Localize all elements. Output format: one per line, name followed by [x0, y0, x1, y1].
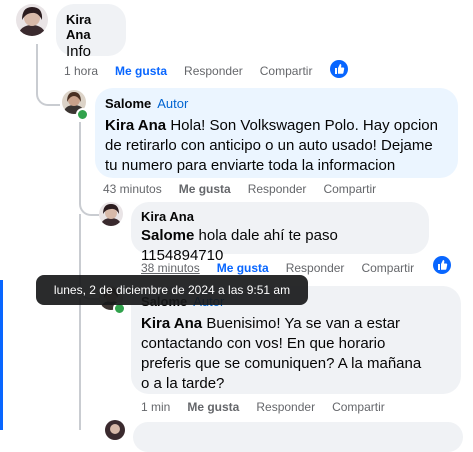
like-button[interactable]: Me gusta: [115, 64, 167, 78]
mention-link[interactable]: Kira Ana: [141, 315, 202, 332]
reply-button[interactable]: Responder: [256, 400, 315, 414]
like-reaction-icon[interactable]: [330, 60, 348, 78]
share-button[interactable]: Compartir: [332, 400, 385, 414]
comment-text: Kira Ana Buenisimo! Ya se van a estar co…: [141, 314, 431, 394]
comment-bubble: Salome Autor Kira Ana Hola! Son Volkswage…: [95, 88, 458, 178]
thread-line: [79, 298, 81, 430]
comment-actions: 43 minutos Me gusta Responder Compartir: [103, 182, 393, 196]
mention-link[interactable]: Salome: [141, 227, 194, 244]
like-button[interactable]: Me gusta: [179, 182, 231, 196]
comment-text: Info: [66, 43, 92, 60]
comment-author[interactable]: Salome: [105, 96, 151, 111]
avatar[interactable]: [99, 202, 123, 226]
reply-button[interactable]: Responder: [248, 182, 307, 196]
share-button[interactable]: Compartir: [323, 182, 376, 196]
like-reaction-icon[interactable]: [433, 256, 451, 274]
reply-button[interactable]: Responder: [286, 261, 345, 275]
avatar[interactable]: [105, 420, 125, 440]
comment-author[interactable]: Kira Ana: [66, 12, 116, 42]
mention-link[interactable]: Kira Ana: [105, 117, 166, 134]
comment-timestamp[interactable]: 1 hora: [64, 64, 98, 78]
comment-text: Salome hola dale ahí te paso 1154894710: [141, 226, 419, 266]
comment-actions: 1 min Me gusta Responder Compartir: [141, 400, 402, 414]
comment-actions: 38 minutos Me gusta Responder Compartir: [141, 261, 431, 275]
comment-author[interactable]: Kira Ana: [141, 209, 419, 224]
avatar[interactable]: [16, 4, 48, 36]
comment-actions: 1 hora Me gusta Responder Compartir: [64, 64, 329, 78]
thread-line: [36, 44, 60, 106]
comment-bubble: [133, 422, 463, 452]
author-badge: Autor: [157, 96, 189, 111]
reply-button[interactable]: Responder: [184, 64, 243, 78]
comment-timestamp[interactable]: 38 minutos: [141, 261, 200, 275]
comment-text: Kira Ana Hola! Son Volkswagen Polo. Hay …: [105, 116, 448, 176]
share-button[interactable]: Compartir: [260, 64, 313, 78]
share-button[interactable]: Compartir: [361, 261, 414, 275]
comment-bubble: Kira Ana Salome hola dale ahí te paso 11…: [131, 202, 429, 264]
comment-timestamp[interactable]: 1 min: [141, 400, 170, 414]
like-button[interactable]: Me gusta: [217, 261, 269, 275]
comment-timestamp[interactable]: 43 minutos: [103, 182, 162, 196]
comment-bubble: Kira Ana Info: [56, 4, 126, 60]
timestamp-tooltip: lunes, 2 de diciembre de 2024 a las 9:51…: [36, 275, 308, 305]
focus-accent-bar: [0, 280, 3, 430]
like-button[interactable]: Me gusta: [187, 400, 239, 414]
online-status-indicator: [76, 108, 89, 121]
